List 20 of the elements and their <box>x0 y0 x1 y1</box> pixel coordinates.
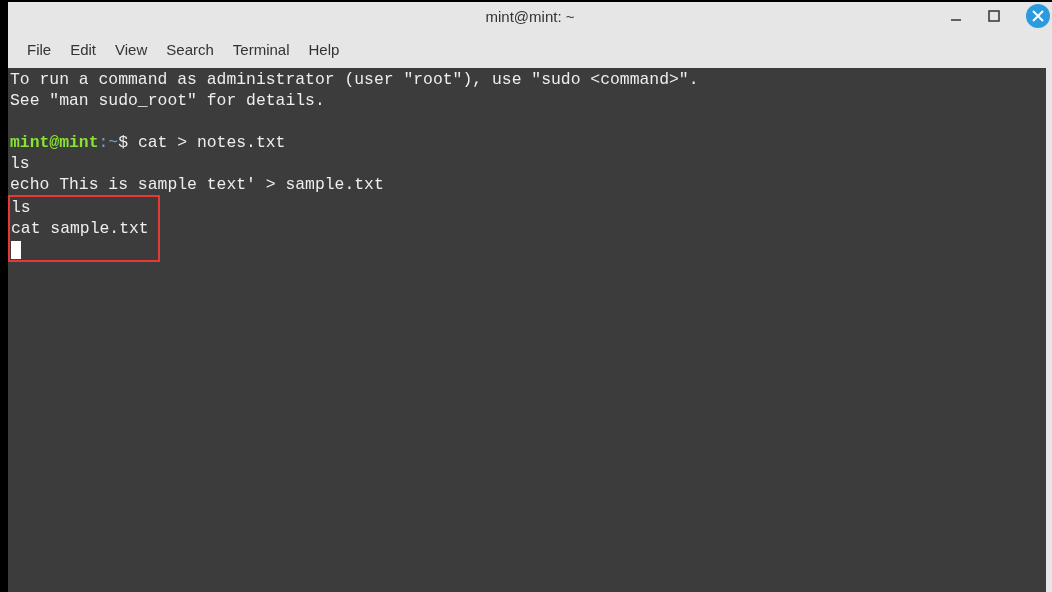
menu-item[interactable]: Search <box>158 38 222 62</box>
terminal-line: ls <box>10 154 30 173</box>
prompt-user: mint@mint <box>10 133 99 152</box>
prompt-path: :~ <box>98 133 119 152</box>
text-cursor <box>11 240 21 259</box>
menu-item[interactable]: File <box>19 38 60 62</box>
close-icon[interactable] <box>1026 4 1050 28</box>
menu-item[interactable]: Help <box>300 38 348 62</box>
terminal-line: cat sample.txt <box>11 219 149 238</box>
terminal-line: $ cat > notes.txt <box>118 133 286 152</box>
terminal-line: echo This is sample text' > sample.txt <box>10 175 384 194</box>
menu-item[interactable]: Edit <box>62 38 105 62</box>
maximize-icon[interactable] <box>988 10 1000 22</box>
terminal-line: To run a command as administrator (user "root"), use "sudo <command>". <box>10 70 699 89</box>
terminal-area[interactable]: To run a command as administrator (user "root"), use "sudo <command>". See "man sudo_root" for details. mint@mint:~$ cat > notes.txt ls echo This is sample text' > sample.txt ls cat sample.txt <box>8 68 1046 592</box>
menu-item[interactable]: View <box>107 38 156 62</box>
menu-item[interactable]: Terminal <box>224 38 298 62</box>
terminal-line: See "man sudo_root" for details. <box>10 91 325 110</box>
window-title: mint@mint: ~ <box>485 6 575 27</box>
terminal-line: ls <box>11 198 31 217</box>
